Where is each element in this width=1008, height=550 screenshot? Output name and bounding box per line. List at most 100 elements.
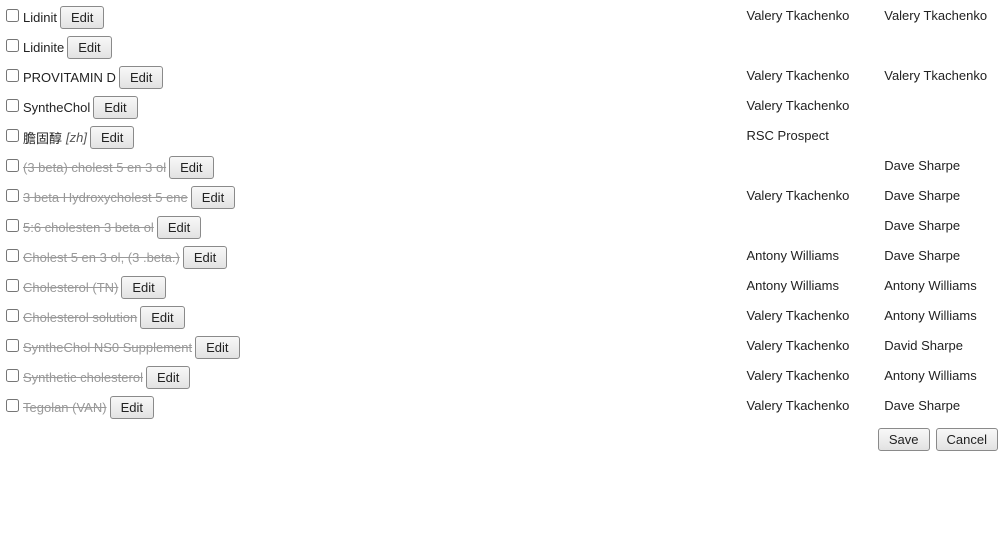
submitter-name: Valery Tkachenko [747, 184, 885, 203]
row-checkbox[interactable] [6, 9, 19, 22]
submitter-name [747, 154, 885, 158]
table-row: SyntheChol NS0 SupplementEditValery Tkac… [6, 334, 1004, 362]
row-checkbox[interactable] [6, 129, 19, 142]
edit-button[interactable]: Edit [121, 276, 165, 299]
row-checkbox[interactable] [6, 309, 19, 322]
reviewer-name: Antony Williams [884, 304, 1004, 323]
table-row: Synthetic cholesterolEditValery Tkachenk… [6, 364, 1004, 392]
table-row: Tegolan (VAN)EditValery TkachenkoDave Sh… [6, 394, 1004, 422]
row-checkbox[interactable] [6, 279, 19, 292]
edit-button[interactable]: Edit [67, 36, 111, 59]
synonym-name: Synthetic cholesterol [23, 370, 145, 385]
row-checkbox[interactable] [6, 39, 19, 52]
row-left: SyntheChol NS0 SupplementEdit [6, 334, 747, 359]
synonym-name: SyntheChol [23, 100, 92, 115]
row-checkbox[interactable] [6, 399, 19, 412]
submitter-name: Valery Tkachenko [747, 4, 885, 23]
reviewer-name: Antony Williams [884, 364, 1004, 383]
row-checkbox[interactable] [6, 369, 19, 382]
cancel-button[interactable]: Cancel [936, 428, 998, 451]
row-left: LidiniteEdit [6, 34, 747, 59]
table-row: 3 beta Hydroxycholest 5 eneEditValery Tk… [6, 184, 1004, 212]
row-left: Cholest 5 en 3 ol, (3 .beta.)Edit [6, 244, 747, 269]
row-checkbox[interactable] [6, 249, 19, 262]
reviewer-name [884, 124, 1004, 128]
reviewer-name: Valery Tkachenko [884, 64, 1004, 83]
submitter-name [747, 34, 885, 38]
submitter-name: Valery Tkachenko [747, 394, 885, 413]
edit-button[interactable]: Edit [169, 156, 213, 179]
reviewer-name: Dave Sharpe [884, 184, 1004, 203]
edit-button[interactable]: Edit [119, 66, 163, 89]
synonym-name: PROVITAMIN D [23, 70, 118, 85]
edit-button[interactable]: Edit [146, 366, 190, 389]
reviewer-name: Dave Sharpe [884, 154, 1004, 173]
row-left: Synthetic cholesterolEdit [6, 364, 747, 389]
submitter-name: RSC Prospect [747, 124, 885, 143]
row-checkbox[interactable] [6, 339, 19, 352]
synonym-name: Cholest 5 en 3 ol, (3 .beta.) [23, 250, 182, 265]
submitter-name: Valery Tkachenko [747, 94, 885, 113]
row-left: (3 beta) cholest 5 en 3 olEdit [6, 154, 747, 179]
row-left: Cholesterol (TN)Edit [6, 274, 747, 299]
save-button[interactable]: Save [878, 428, 930, 451]
table-row: LidinitEditValery TkachenkoValery Tkache… [6, 4, 1004, 32]
submitter-name: Valery Tkachenko [747, 334, 885, 353]
table-row: 膽固醇[zh]Edit RSC Prospect [6, 124, 1004, 152]
table-row: (3 beta) cholest 5 en 3 olEdit Dave Sharp… [6, 154, 1004, 182]
submitter-name: Valery Tkachenko [747, 304, 885, 323]
submitter-name: Valery Tkachenko [747, 364, 885, 383]
synonym-name: Tegolan (VAN) [23, 400, 109, 415]
reviewer-name [884, 34, 1004, 38]
edit-button[interactable]: Edit [60, 6, 104, 29]
edit-button[interactable]: Edit [93, 96, 137, 119]
reviewer-name: Antony Williams [884, 274, 1004, 293]
submitter-name: Antony Williams [747, 274, 885, 293]
edit-button[interactable]: Edit [191, 186, 235, 209]
table-row: Cholest 5 en 3 ol, (3 .beta.)EditAntony … [6, 244, 1004, 272]
synonym-lang: [zh] [64, 130, 89, 145]
edit-button[interactable]: Edit [140, 306, 184, 329]
reviewer-name: Dave Sharpe [884, 394, 1004, 413]
row-left: 3 beta Hydroxycholest 5 eneEdit [6, 184, 747, 209]
synonym-name: 3 beta Hydroxycholest 5 ene [23, 190, 190, 205]
row-left: Cholesterol solutionEdit [6, 304, 747, 329]
reviewer-name: Dave Sharpe [884, 244, 1004, 263]
edit-button[interactable]: Edit [195, 336, 239, 359]
table-row: SyntheCholEditValery Tkachenko [6, 94, 1004, 122]
reviewer-name: David Sharpe [884, 334, 1004, 353]
reviewer-name [884, 94, 1004, 98]
row-left: Tegolan (VAN)Edit [6, 394, 747, 419]
edit-button[interactable]: Edit [110, 396, 154, 419]
table-row: Cholesterol (TN)EditAntony WilliamsAnton… [6, 274, 1004, 302]
synonym-name: 5:6 cholesten 3 beta ol [23, 220, 156, 235]
edit-button[interactable]: Edit [90, 126, 134, 149]
reviewer-name: Dave Sharpe [884, 214, 1004, 233]
row-checkbox[interactable] [6, 69, 19, 82]
row-left: PROVITAMIN DEdit [6, 64, 747, 89]
row-left: SyntheCholEdit [6, 94, 747, 119]
row-left: LidinitEdit [6, 4, 747, 29]
synonym-name: Cholesterol (TN) [23, 280, 120, 295]
table-row: PROVITAMIN DEditValery TkachenkoValery T… [6, 64, 1004, 92]
row-checkbox[interactable] [6, 159, 19, 172]
submitter-name: Valery Tkachenko [747, 64, 885, 83]
synonym-name: Lidinit [23, 10, 59, 25]
submitter-name: Antony Williams [747, 244, 885, 263]
footer-actions: Save Cancel [6, 424, 1004, 453]
row-checkbox[interactable] [6, 99, 19, 112]
row-checkbox[interactable] [6, 189, 19, 202]
submitter-name [747, 214, 885, 218]
table-row: Cholesterol solutionEditValery Tkachenko… [6, 304, 1004, 332]
edit-button[interactable]: Edit [183, 246, 227, 269]
row-checkbox[interactable] [6, 219, 19, 232]
synonym-name: SyntheChol NS0 Supplement [23, 340, 194, 355]
edit-button[interactable]: Edit [157, 216, 201, 239]
table-row: 5:6 cholesten 3 beta olEdit Dave Sharpe [6, 214, 1004, 242]
row-left: 5:6 cholesten 3 beta olEdit [6, 214, 747, 239]
reviewer-name: Valery Tkachenko [884, 4, 1004, 23]
synonym-name: Lidinite [23, 40, 66, 55]
synonym-name: 膽固醇 [23, 128, 64, 147]
synonym-name: (3 beta) cholest 5 en 3 ol [23, 160, 168, 175]
table-row: LidiniteEdit [6, 34, 1004, 62]
